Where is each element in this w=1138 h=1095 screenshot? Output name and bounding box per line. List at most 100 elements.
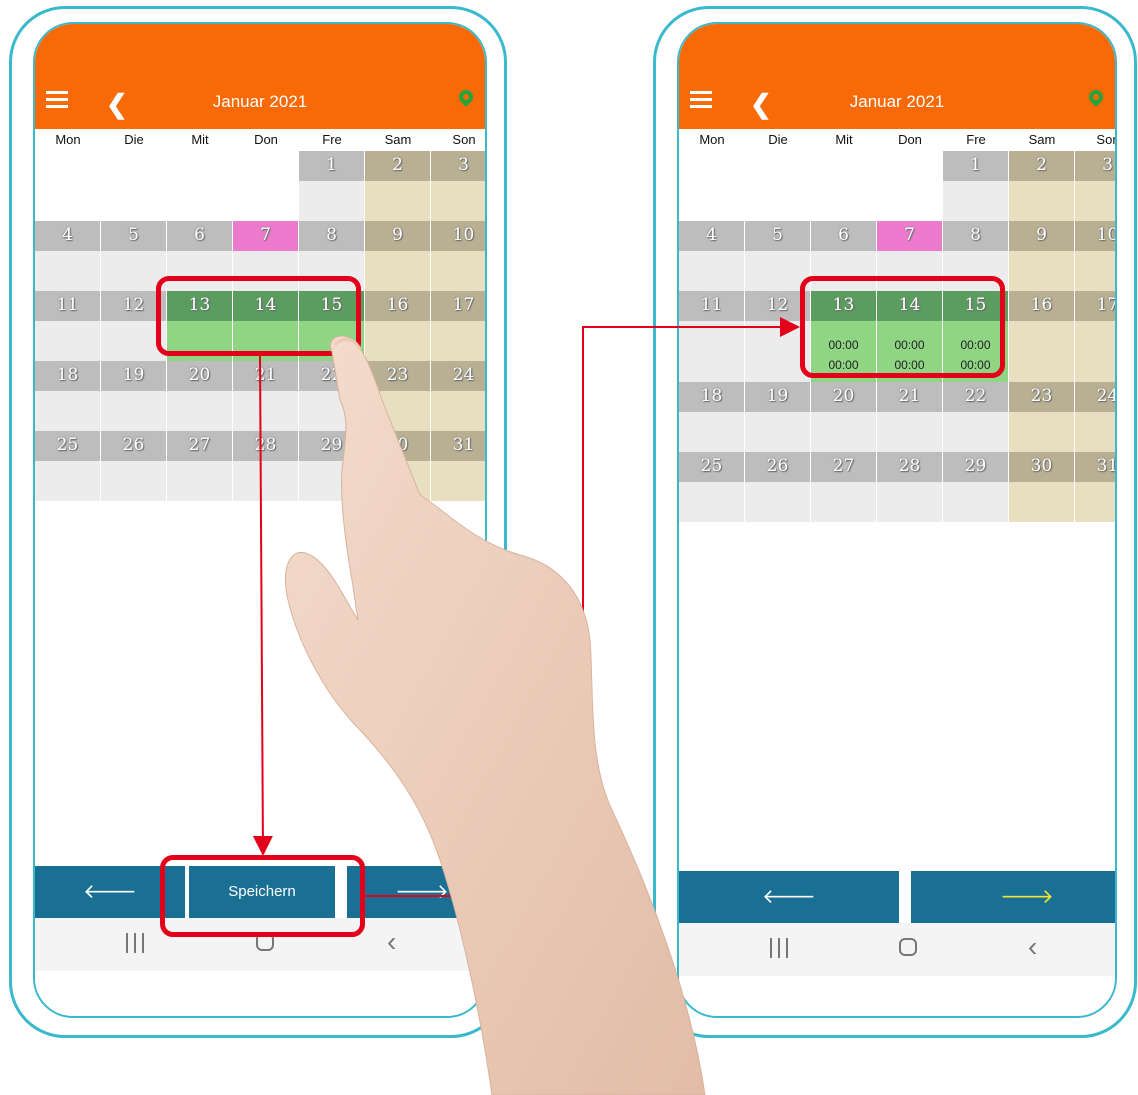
recents-icon[interactable]: [126, 933, 146, 953]
day-number: 9: [1009, 221, 1074, 251]
day-body: [1009, 321, 1074, 382]
calendar-day-cell[interactable]: 18: [679, 382, 745, 452]
calendar-day-cell[interactable]: 21: [877, 382, 943, 452]
calendar-day-cell[interactable]: 22: [299, 361, 365, 431]
day-number: 10: [1075, 221, 1115, 251]
phone-right: ❮ Januar 2021 MonDieMitDonFreSamSon12345…: [653, 6, 1137, 1038]
home-icon[interactable]: [899, 938, 917, 956]
day-number: 16: [1009, 291, 1074, 321]
calendar-day-cell[interactable]: 27: [167, 431, 233, 501]
selection-highlight: [156, 276, 361, 356]
calendar-day-cell[interactable]: 10: [431, 221, 485, 291]
calendar-day-cell[interactable]: 16: [1009, 291, 1075, 382]
calendar-day-cell[interactable]: 10: [1075, 221, 1115, 291]
calendar-day-cell[interactable]: 1: [943, 151, 1009, 221]
day-body: [1009, 412, 1074, 452]
calendar-day-cell[interactable]: 31: [431, 431, 485, 501]
calendar-day-cell[interactable]: 30: [365, 431, 431, 501]
calendar-day-cell[interactable]: 5: [745, 221, 811, 291]
day-body: [299, 181, 364, 221]
day-number: 1: [943, 151, 1008, 181]
nav-back-icon[interactable]: ‹: [1028, 931, 1037, 963]
calendar-day-cell[interactable]: 29: [943, 452, 1009, 522]
day-number: [679, 151, 744, 181]
day-body: [877, 482, 942, 522]
calendar-day-cell[interactable]: 30: [1009, 452, 1075, 522]
day-number: 25: [35, 431, 100, 461]
calendar-day-cell[interactable]: 21: [233, 361, 299, 431]
result-highlight: [800, 276, 1005, 378]
calendar-day-cell[interactable]: 23: [365, 361, 431, 431]
arrow-right-icon: 🡒: [395, 881, 449, 903]
calendar-day-cell[interactable]: 17: [1075, 291, 1115, 382]
calendar-day-cell[interactable]: 22: [943, 382, 1009, 452]
day-number: 5: [745, 221, 810, 251]
calendar-day-cell[interactable]: 20: [167, 361, 233, 431]
day-body: [811, 181, 876, 221]
calendar-day-cell[interactable]: 3: [431, 151, 485, 221]
calendar-day-cell[interactable]: 17: [431, 291, 485, 361]
day-body: [679, 321, 744, 382]
day-body: [365, 461, 430, 501]
calendar-day-cell[interactable]: 1: [299, 151, 365, 221]
calendar-day-cell[interactable]: 29: [299, 431, 365, 501]
calendar-day-cell[interactable]: 11: [35, 291, 101, 361]
nav-back-icon[interactable]: ‹: [387, 926, 396, 958]
prev-button[interactable]: 🡐: [679, 871, 899, 923]
calendar-day-cell[interactable]: 19: [101, 361, 167, 431]
calendar-day-cell[interactable]: 11: [679, 291, 745, 382]
calendar-day-cell[interactable]: 27: [811, 452, 877, 522]
calendar-day-cell[interactable]: 26: [101, 431, 167, 501]
day-number: 3: [1075, 151, 1115, 181]
calendar-day-cell[interactable]: 4: [35, 221, 101, 291]
day-body: [679, 412, 744, 452]
next-button[interactable]: 🡒: [911, 871, 1115, 923]
day-number: 30: [365, 431, 430, 461]
calendar-empty-cell: [35, 151, 101, 221]
day-number: 19: [745, 382, 810, 412]
day-body: [365, 321, 430, 361]
calendar-day-cell[interactable]: 25: [35, 431, 101, 501]
calendar-day-cell[interactable]: 2: [365, 151, 431, 221]
day-body: [233, 461, 298, 501]
day-body: [101, 391, 166, 431]
calendar-day-cell[interactable]: 28: [877, 452, 943, 522]
calendar-day-cell[interactable]: 9: [1009, 221, 1075, 291]
calendar-empty-cell: [679, 151, 745, 221]
day-body: [233, 391, 298, 431]
calendar-day-cell[interactable]: 20: [811, 382, 877, 452]
day-body: [35, 251, 100, 291]
weekday-label: Die: [124, 132, 144, 147]
next-button[interactable]: 🡒: [347, 866, 485, 918]
calendar-day-cell[interactable]: 23: [1009, 382, 1075, 452]
calendar-day-cell[interactable]: 24: [1075, 382, 1115, 452]
calendar-empty-cell: [233, 151, 299, 221]
calendar-day-cell[interactable]: 26: [745, 452, 811, 522]
calendar-day-cell[interactable]: 31: [1075, 452, 1115, 522]
calendar-day-cell[interactable]: 2: [1009, 151, 1075, 221]
day-body: [35, 461, 100, 501]
day-number: 29: [943, 452, 1008, 482]
calendar-day-cell[interactable]: 19: [745, 382, 811, 452]
calendar-day-cell[interactable]: 18: [35, 361, 101, 431]
calendar-day-cell[interactable]: 25: [679, 452, 745, 522]
day-number: [233, 151, 298, 181]
day-number: 20: [811, 382, 876, 412]
calendar-day-cell[interactable]: 16: [365, 291, 431, 361]
day-number: 24: [1075, 382, 1115, 412]
day-number: 1: [299, 151, 364, 181]
day-body: [745, 482, 810, 522]
day-body: [233, 181, 298, 221]
calendar-empty-cell: [101, 151, 167, 221]
calendar-day-cell[interactable]: 28: [233, 431, 299, 501]
calendar-day-cell[interactable]: 24: [431, 361, 485, 431]
day-body: [431, 251, 485, 291]
calendar-day-cell[interactable]: 3: [1075, 151, 1115, 221]
calendar-day-cell[interactable]: 4: [679, 221, 745, 291]
day-body: [1075, 251, 1115, 291]
day-body: [811, 482, 876, 522]
day-body: [1075, 412, 1115, 452]
calendar-day-cell[interactable]: 5: [101, 221, 167, 291]
calendar-day-cell[interactable]: 9: [365, 221, 431, 291]
recents-icon[interactable]: [770, 938, 790, 958]
